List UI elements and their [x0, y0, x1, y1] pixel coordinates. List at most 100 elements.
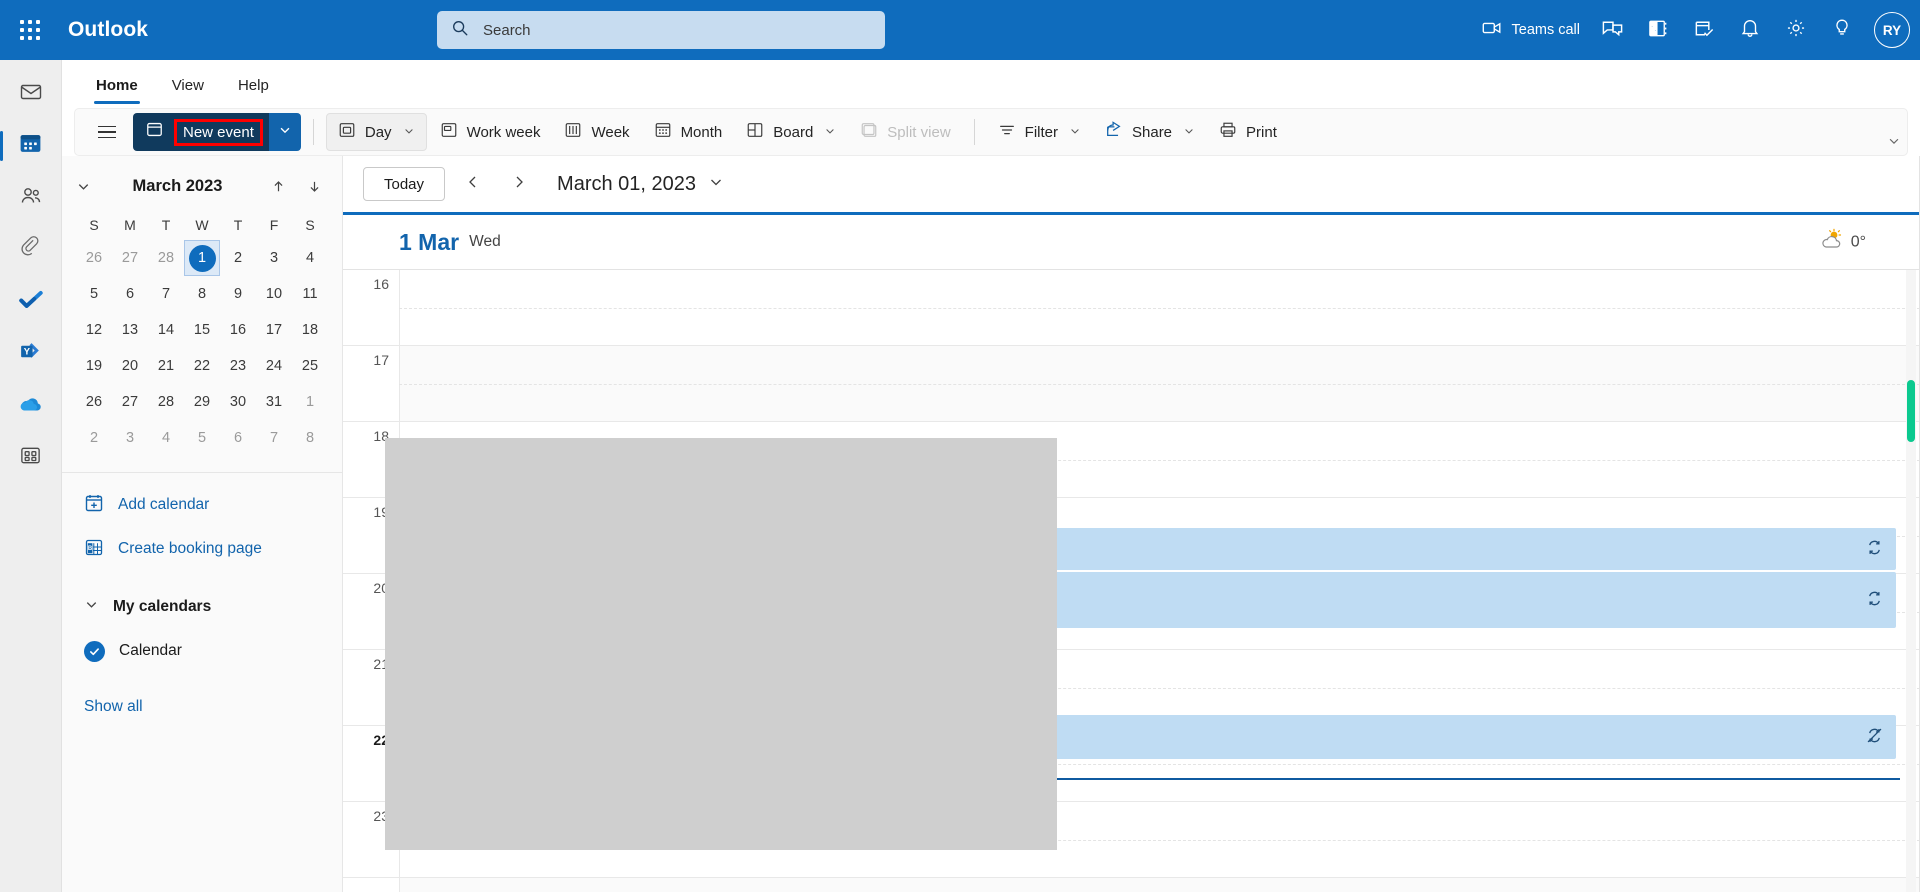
- view-work-week-button[interactable]: Work week: [429, 113, 552, 151]
- mini-calendar-day[interactable]: 7: [256, 420, 292, 456]
- mini-calendar-day[interactable]: 10: [256, 276, 292, 312]
- print-button[interactable]: Print: [1208, 113, 1288, 151]
- mini-calendar-day[interactable]: 18: [292, 312, 328, 348]
- app-launcher-icon[interactable]: [6, 6, 54, 54]
- chevron-down-icon[interactable]: [1183, 124, 1195, 141]
- chat-button[interactable]: [1590, 8, 1634, 52]
- sidebar-item-people[interactable]: [7, 174, 55, 222]
- teams-call-button[interactable]: Teams call: [1473, 8, 1589, 52]
- mini-calendar-day[interactable]: 1: [292, 384, 328, 420]
- tab-view[interactable]: View: [158, 66, 218, 104]
- mini-calendar-day[interactable]: 29: [184, 384, 220, 420]
- weather-widget[interactable]: 0°: [1819, 228, 1866, 256]
- arrow-down-icon[interactable]: [300, 172, 328, 200]
- view-board-button[interactable]: Board: [735, 113, 847, 151]
- tab-home[interactable]: Home: [82, 66, 152, 104]
- hamburger-menu-icon[interactable]: [89, 114, 125, 150]
- mini-calendar-day[interactable]: 21: [148, 348, 184, 384]
- mini-calendar-day[interactable]: 24: [256, 348, 292, 384]
- mini-calendar-day[interactable]: 25: [292, 348, 328, 384]
- mini-calendar-day[interactable]: 15: [184, 312, 220, 348]
- search-input[interactable]: [483, 21, 871, 39]
- create-booking-page-button[interactable]: B Create booking page: [62, 527, 342, 571]
- new-event-dropdown-button[interactable]: [268, 113, 301, 151]
- hour-row[interactable]: [343, 878, 1920, 892]
- chevron-down-icon[interactable]: [1069, 124, 1081, 141]
- hour-slot[interactable]: [399, 270, 1920, 345]
- my-calendars-section-header[interactable]: My calendars: [62, 585, 342, 629]
- mini-calendar-day[interactable]: 26: [76, 240, 112, 276]
- share-button[interactable]: Share: [1094, 113, 1206, 151]
- new-event-button[interactable]: New event: [133, 113, 269, 151]
- mini-calendar-day[interactable]: 8: [184, 276, 220, 312]
- mini-calendar-day[interactable]: 3: [256, 240, 292, 276]
- hour-slot[interactable]: [399, 346, 1920, 421]
- view-month-button[interactable]: Month: [643, 113, 734, 151]
- mini-calendar-day[interactable]: 13: [112, 312, 148, 348]
- chevron-down-icon[interactable]: [824, 124, 836, 141]
- mini-calendar-day[interactable]: 14: [148, 312, 184, 348]
- to-do-button[interactable]: [1682, 8, 1726, 52]
- mini-calendar-day[interactable]: 12: [76, 312, 112, 348]
- today-button[interactable]: Today: [363, 167, 446, 201]
- mini-calendar-day[interactable]: 27: [112, 240, 148, 276]
- mini-calendar-title[interactable]: March 2023: [99, 177, 256, 196]
- next-day-button[interactable]: [501, 166, 537, 202]
- view-day-button[interactable]: Day: [325, 113, 427, 151]
- hour-row[interactable]: 16: [343, 270, 1920, 346]
- checkmark-icon[interactable]: [84, 640, 105, 662]
- calendar-scrollbar-thumb[interactable]: [1907, 380, 1915, 442]
- mini-calendar-day[interactable]: 17: [256, 312, 292, 348]
- hour-slot[interactable]: [399, 878, 1920, 892]
- tab-help[interactable]: Help: [224, 66, 283, 104]
- mini-calendar-day[interactable]: 28: [148, 384, 184, 420]
- mini-calendar-day-selected[interactable]: 1: [184, 240, 220, 276]
- tips-button[interactable]: [1820, 8, 1864, 52]
- avatar[interactable]: RY: [1874, 12, 1910, 48]
- chevron-down-icon[interactable]: [403, 124, 415, 141]
- add-calendar-button[interactable]: Add calendar: [62, 483, 342, 527]
- sidebar-item-onedrive[interactable]: [7, 382, 55, 430]
- mini-calendar-day[interactable]: 11: [292, 276, 328, 312]
- mini-calendar-day[interactable]: 30: [220, 384, 256, 420]
- mini-calendar-day[interactable]: 7: [148, 276, 184, 312]
- calendar-scrollbar[interactable]: [1906, 270, 1916, 892]
- sidebar-item-viva-engage[interactable]: Y: [7, 330, 55, 378]
- sidebar-item-todo[interactable]: [7, 278, 55, 326]
- mini-calendar-day[interactable]: 9: [220, 276, 256, 312]
- mini-calendar-day[interactable]: 6: [112, 276, 148, 312]
- ribbon-collapse-button[interactable]: [1887, 134, 1901, 153]
- filter-button[interactable]: Filter: [987, 113, 1092, 151]
- mini-calendar-day[interactable]: 8: [292, 420, 328, 456]
- mini-calendar-day[interactable]: 2: [220, 240, 256, 276]
- view-week-button[interactable]: Week: [553, 113, 640, 151]
- arrow-up-icon[interactable]: [264, 172, 292, 200]
- settings-button[interactable]: [1774, 8, 1818, 52]
- mini-calendar-day[interactable]: 4: [148, 420, 184, 456]
- mini-calendar-day[interactable]: 20: [112, 348, 148, 384]
- search-box[interactable]: [437, 11, 885, 49]
- sidebar-item-files[interactable]: [7, 226, 55, 274]
- mini-calendar-day[interactable]: 16: [220, 312, 256, 348]
- date-picker-button[interactable]: March 01, 2023: [557, 173, 724, 196]
- mini-calendar-day[interactable]: 5: [184, 420, 220, 456]
- day-header-date[interactable]: 1 Mar: [399, 229, 459, 256]
- calendar-list-item[interactable]: Calendar: [62, 629, 342, 673]
- mini-calendar-day[interactable]: 28: [148, 240, 184, 276]
- previous-day-button[interactable]: [455, 166, 491, 202]
- sidebar-item-calendar[interactable]: [0, 122, 55, 170]
- mini-calendar-day[interactable]: 6: [220, 420, 256, 456]
- mini-calendar-day[interactable]: 27: [112, 384, 148, 420]
- hour-row[interactable]: 17: [343, 346, 1920, 422]
- mini-calendar-day[interactable]: 3: [112, 420, 148, 456]
- mini-calendar-day[interactable]: 31: [256, 384, 292, 420]
- mini-calendar-day[interactable]: 2: [76, 420, 112, 456]
- sidebar-item-mail[interactable]: [7, 70, 55, 118]
- mini-calendar-day[interactable]: 26: [76, 384, 112, 420]
- mini-calendar-day[interactable]: 19: [76, 348, 112, 384]
- mini-calendar-day[interactable]: 5: [76, 276, 112, 312]
- mini-calendar-day[interactable]: 23: [220, 348, 256, 384]
- notifications-button[interactable]: [1728, 8, 1772, 52]
- onenote-button[interactable]: N: [1636, 8, 1680, 52]
- mini-calendar-day[interactable]: 22: [184, 348, 220, 384]
